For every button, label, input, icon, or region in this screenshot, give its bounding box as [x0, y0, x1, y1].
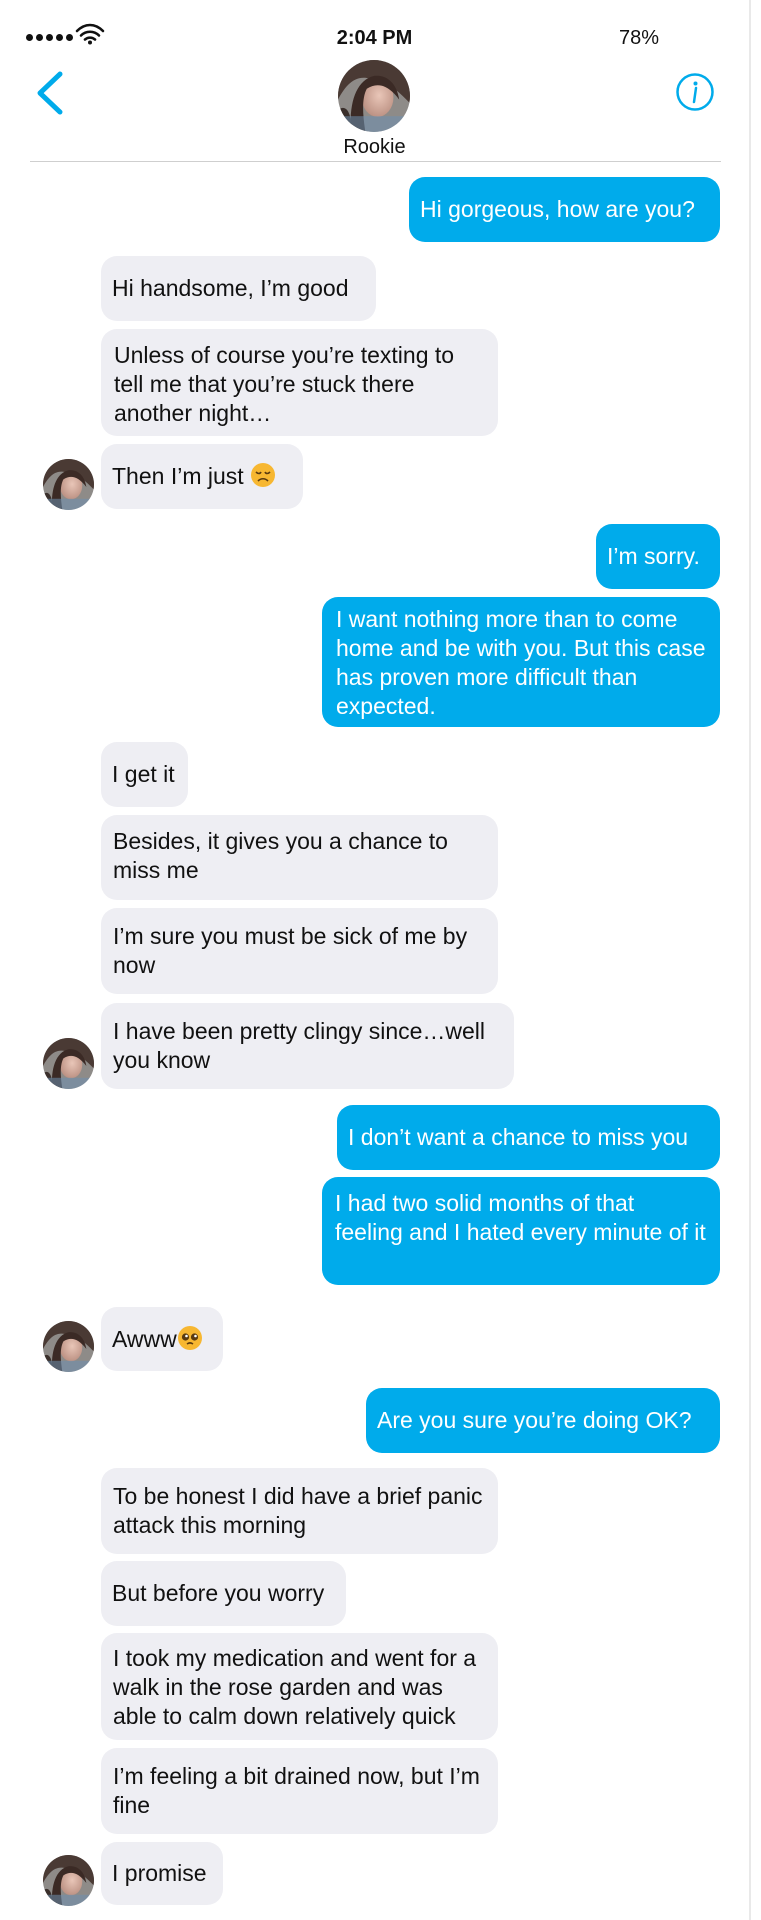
message-text: I’m sorry. [607, 543, 700, 569]
message-incoming[interactable]: Then I’m just [101, 444, 303, 509]
message-text: I promise [112, 1860, 207, 1886]
message-text: Besides, it gives you a chance to miss m… [113, 828, 448, 883]
message-text: Then I’m just [112, 463, 244, 489]
contact-avatar[interactable] [338, 60, 410, 132]
message-text: I don’t want a chance to miss you [348, 1124, 689, 1150]
message-outgoing[interactable]: I don’t want a chance to miss you [337, 1105, 720, 1170]
sender-avatar [43, 459, 94, 510]
pleading-face-icon [177, 1325, 202, 1350]
message-text: I get it [112, 761, 175, 787]
message-incoming[interactable]: Besides, it gives you a chance to miss m… [101, 815, 498, 900]
screen-edge [749, 0, 751, 1920]
message-text: Hi handsome, I’m good [112, 275, 349, 301]
message-incoming[interactable]: I have been pretty clingy since…well you… [101, 1003, 514, 1089]
back-chevron-icon[interactable] [30, 68, 70, 118]
message-incoming[interactable]: Awww [101, 1307, 223, 1371]
message-outgoing[interactable]: I had two solid months of that feeling a… [322, 1177, 720, 1285]
sender-avatar [43, 1855, 94, 1906]
message-incoming[interactable]: I’m feeling a bit drained now, but I’m f… [101, 1748, 498, 1834]
sender-avatar [43, 1038, 94, 1089]
message-text: I want nothing more than to come home an… [336, 606, 706, 719]
sender-avatar [43, 1321, 94, 1372]
message-incoming[interactable]: I took my medication and went for a walk… [101, 1633, 498, 1740]
message-text: Are you sure you’re doing OK? [377, 1407, 692, 1433]
contact-name[interactable]: Rookie [0, 136, 749, 159]
message-text: I’m sure you must be sick of me by now [113, 923, 468, 978]
message-text: I’m feeling a bit drained now, but I’m f… [113, 1763, 480, 1818]
message-incoming[interactable]: I’m sure you must be sick of me by now [101, 908, 498, 994]
message-outgoing[interactable]: I’m sorry. [596, 524, 720, 589]
message-incoming[interactable]: I promise [101, 1842, 223, 1905]
message-outgoing[interactable]: Hi gorgeous, how are you? [409, 177, 720, 242]
message-incoming[interactable]: But before you worry [101, 1561, 346, 1626]
message-text: But before you worry [112, 1580, 325, 1606]
message-text: I have been pretty clingy since…well you… [113, 1018, 486, 1073]
header-divider [30, 161, 721, 162]
message-text: Awww [112, 1325, 177, 1352]
message-text: Unless of course you’re texting to tell … [114, 342, 455, 426]
message-incoming[interactable]: Unless of course you’re texting to tell … [101, 329, 498, 436]
message-outgoing[interactable]: Are you sure you’re doing OK? [366, 1388, 720, 1453]
message-text: Hi gorgeous, how are you? [420, 196, 695, 222]
message-text: I took my medication and went for a walk… [113, 1645, 477, 1729]
info-icon[interactable] [675, 72, 715, 112]
disappointed-face-icon [251, 463, 276, 487]
message-text: To be honest I did have a brief panic at… [113, 1483, 483, 1538]
message-incoming[interactable]: Hi handsome, I’m good [101, 256, 376, 321]
battery-level: 78% [619, 27, 660, 49]
message-outgoing[interactable]: I want nothing more than to come home an… [322, 597, 720, 727]
message-incoming[interactable]: To be honest I did have a brief panic at… [101, 1468, 498, 1554]
message-text: I had two solid months of that feeling a… [335, 1190, 706, 1245]
message-incoming[interactable]: I get it [101, 742, 188, 807]
